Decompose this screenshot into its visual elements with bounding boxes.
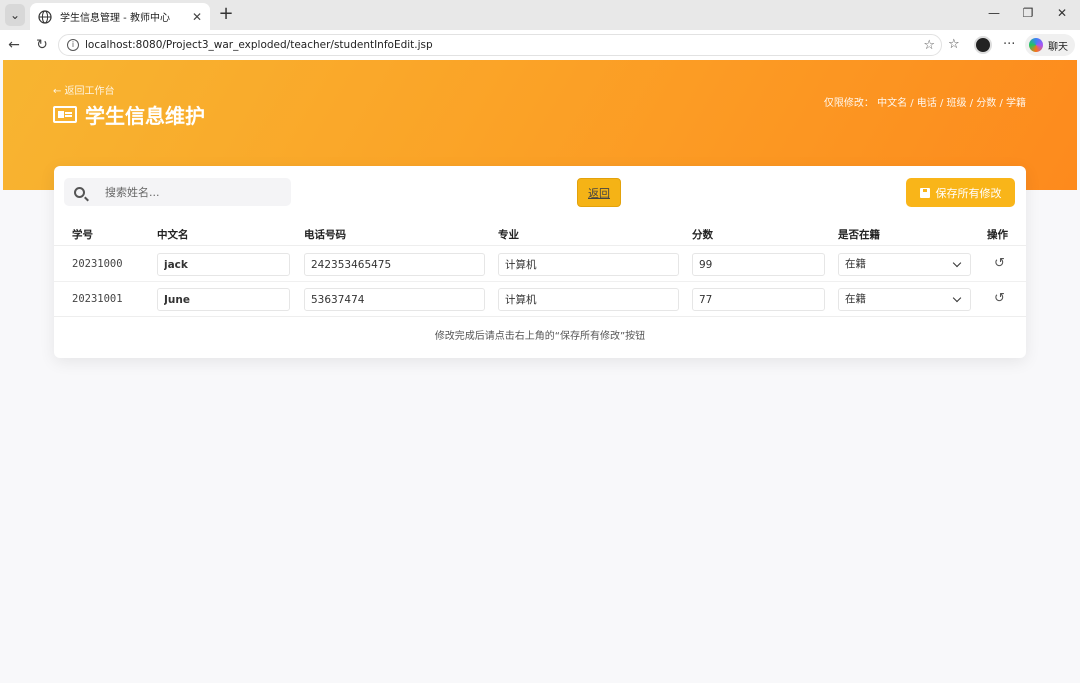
close-window-button[interactable]: ✕ bbox=[1052, 6, 1072, 20]
score-field[interactable] bbox=[692, 288, 825, 311]
table-row: 20231001 在籍 ↺ bbox=[54, 282, 1026, 317]
page-content: ← 返回工作台 学生信息维护 仅限修改： 中文名 / 电话 / 班级 / 分数 … bbox=[3, 60, 1077, 683]
minimize-button[interactable]: — bbox=[984, 6, 1004, 20]
major-field[interactable] bbox=[498, 288, 679, 311]
url-text: localhost:8080/Project3_war_exploded/tea… bbox=[85, 39, 433, 51]
tab-title: 学生信息管理 - 教师中心 bbox=[60, 13, 170, 24]
save-all-label: 保存所有修改 bbox=[935, 186, 1002, 200]
page-title: 学生信息维护 bbox=[53, 100, 205, 129]
copilot-icon bbox=[1029, 38, 1043, 52]
save-all-button[interactable]: 保存所有修改 bbox=[906, 178, 1015, 207]
address-toolbar: ← ↻ i localhost:8080/Project3_war_explod… bbox=[0, 30, 1080, 60]
undo-icon[interactable]: ↺ bbox=[994, 256, 1005, 271]
name-field[interactable] bbox=[157, 253, 290, 276]
url-bar[interactable]: i localhost:8080/Project3_war_exploded/t… bbox=[58, 34, 942, 56]
browser-tab-bar: ⌄ 学生信息管理 - 教师中心 ✕ + — ❐ ✕ bbox=[0, 0, 1080, 30]
info-icon[interactable]: i bbox=[67, 39, 79, 51]
search-icon bbox=[74, 186, 85, 198]
restore-button[interactable]: ❐ bbox=[1018, 6, 1038, 20]
favorites-icon[interactable]: ☆ bbox=[948, 37, 960, 52]
save-icon bbox=[919, 187, 930, 198]
phone-field[interactable] bbox=[304, 288, 485, 311]
major-field[interactable] bbox=[498, 253, 679, 276]
tab-list-button[interactable]: ⌄ bbox=[5, 4, 25, 26]
status-value: 在籍 bbox=[845, 258, 866, 270]
column-header-actions: 操作 bbox=[987, 229, 1008, 241]
chevron-down-icon: ⌄ bbox=[9, 8, 21, 22]
name-field[interactable] bbox=[157, 288, 290, 311]
new-tab-button[interactable]: + bbox=[216, 5, 236, 25]
close-icon[interactable]: ✕ bbox=[192, 10, 202, 24]
status-select[interactable]: 在籍 bbox=[838, 288, 971, 311]
star-icon[interactable]: ☆ bbox=[923, 38, 935, 53]
column-header-name: 中文名 bbox=[157, 229, 189, 241]
column-header-id: 学号 bbox=[72, 229, 93, 241]
column-header-phone: 电话号码 bbox=[304, 229, 346, 241]
status-value: 在籍 bbox=[845, 293, 866, 305]
back-arrow-icon[interactable]: ← bbox=[6, 37, 22, 53]
student-table-card: 返回 保存所有修改 学号 中文名 电话号码 专业 分数 是否在籍 操作 2023… bbox=[54, 166, 1026, 358]
table-header: 学号 中文名 电话号码 专业 分数 是否在籍 操作 bbox=[54, 224, 1026, 246]
column-header-status: 是否在籍 bbox=[838, 229, 880, 241]
globe-icon bbox=[38, 9, 52, 24]
more-menu-icon[interactable]: ··· bbox=[1003, 37, 1015, 52]
return-button[interactable]: 返回 bbox=[577, 178, 621, 207]
chat-label: 聊天 bbox=[1048, 41, 1068, 53]
copilot-chat-button[interactable]: 聊天 bbox=[1025, 34, 1075, 56]
table-row: 20231000 在籍 ↺ bbox=[54, 247, 1026, 282]
search-box[interactable] bbox=[64, 178, 291, 206]
back-to-workbench-link[interactable]: ← 返回工作台 bbox=[53, 82, 115, 97]
student-id: 20231001 bbox=[72, 293, 123, 305]
column-header-major: 专业 bbox=[498, 229, 519, 241]
status-select[interactable]: 在籍 bbox=[838, 253, 971, 276]
editable-fields-hint: 仅限修改： 中文名 / 电话 / 班级 / 分数 / 学籍 bbox=[823, 98, 1026, 109]
browser-tab[interactable]: 学生信息管理 - 教师中心 ✕ bbox=[30, 3, 210, 30]
column-header-score: 分数 bbox=[692, 229, 713, 241]
student-id: 20231000 bbox=[72, 258, 123, 270]
search-input[interactable] bbox=[105, 185, 275, 199]
refresh-icon[interactable]: ↻ bbox=[34, 37, 50, 53]
id-card-icon bbox=[53, 106, 77, 123]
score-field[interactable] bbox=[692, 253, 825, 276]
profile-avatar[interactable] bbox=[974, 36, 992, 54]
phone-field[interactable] bbox=[304, 253, 485, 276]
page-title-text: 学生信息维护 bbox=[85, 104, 205, 128]
chevron-down-icon bbox=[952, 293, 962, 303]
save-instruction-note: 修改完成后请点击右上角的“保存所有修改”按钮 bbox=[54, 316, 1026, 358]
chevron-down-icon bbox=[952, 258, 962, 268]
undo-icon[interactable]: ↺ bbox=[994, 291, 1005, 306]
